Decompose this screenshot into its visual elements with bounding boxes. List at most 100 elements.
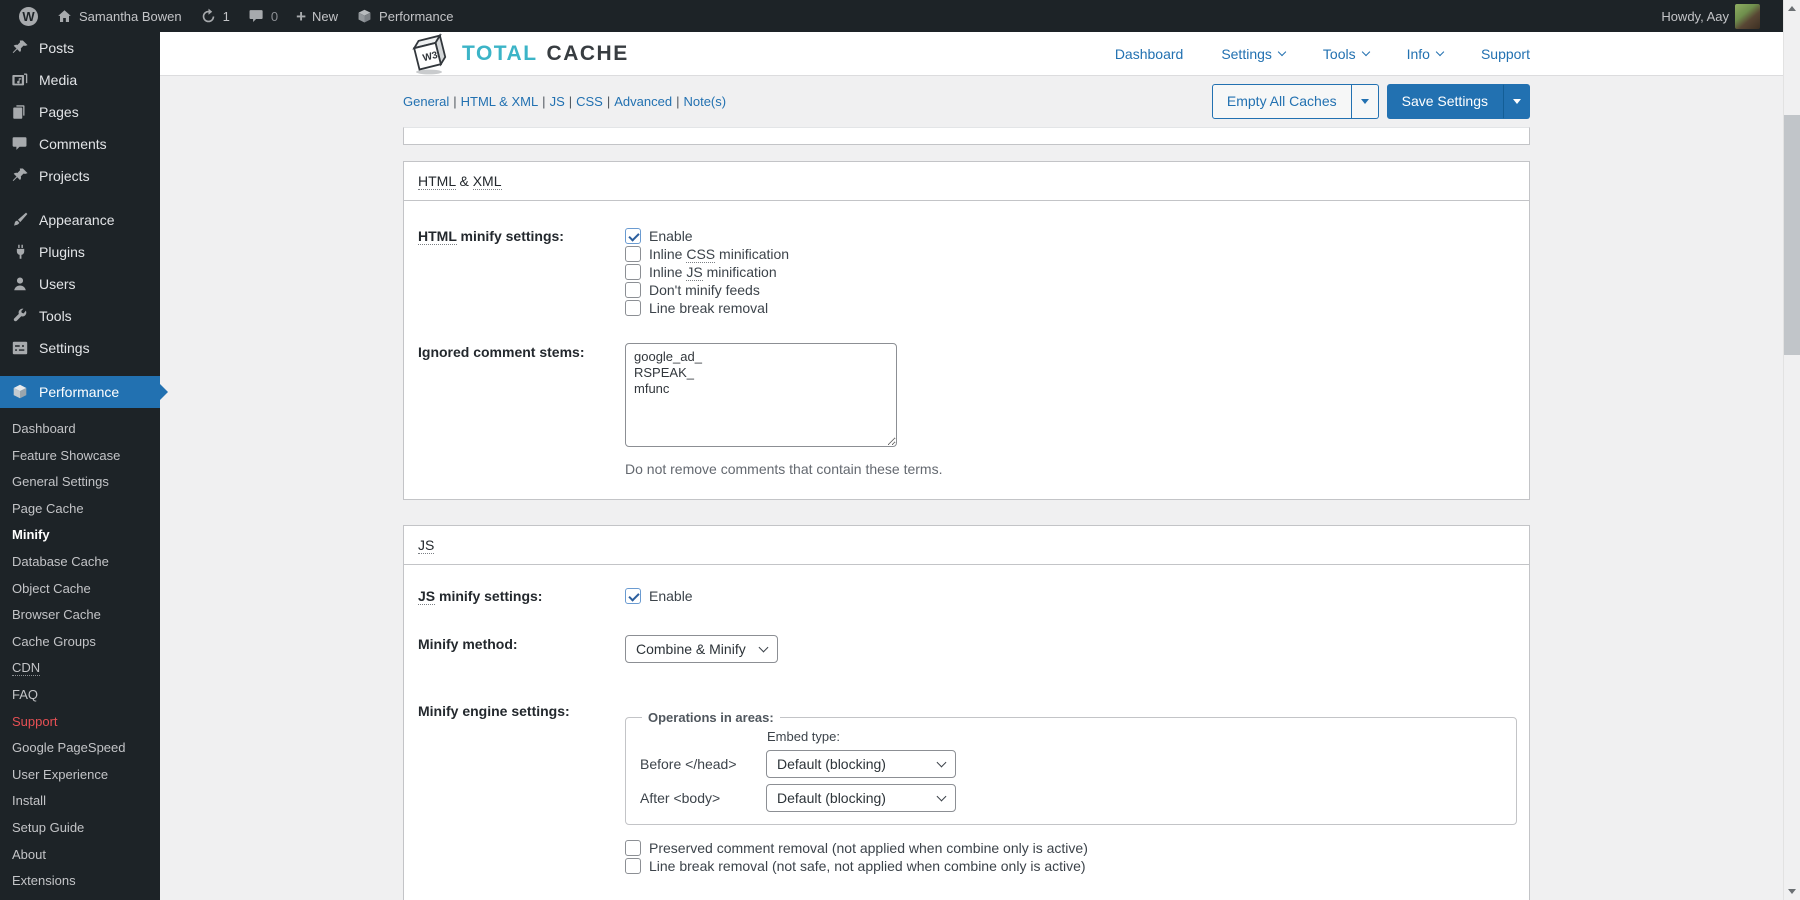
admin-bar: W Samantha Bowen 1 0 + New Performance H… xyxy=(0,0,1783,32)
submenu-item-setup-guide[interactable]: Setup Guide xyxy=(0,815,160,842)
sidebar-item-tools[interactable]: Tools xyxy=(0,300,160,332)
submenu-item-minify[interactable]: Minify xyxy=(0,522,160,549)
inline-css-minification-checkbox-row[interactable]: Inline CSS minification xyxy=(625,245,1515,263)
submenu-item-dashboard[interactable]: Dashboard xyxy=(0,416,160,443)
save-settings-button[interactable]: Save Settings xyxy=(1387,84,1503,118)
nav-info[interactable]: Info xyxy=(1407,46,1443,62)
new-label: New xyxy=(312,9,338,24)
comments-menu[interactable]: 0 xyxy=(239,0,287,32)
nav-support[interactable]: Support xyxy=(1481,46,1530,62)
submenu-item-cache-groups[interactable]: Cache Groups xyxy=(0,629,160,656)
js-line-break-removal-checkbox[interactable] xyxy=(625,858,641,874)
nav-settings[interactable]: Settings xyxy=(1221,46,1285,62)
html-enable-checkbox[interactable] xyxy=(625,228,641,244)
updates-menu[interactable]: 1 xyxy=(191,0,239,32)
ignored-comment-stems-hint: Do not remove comments that contain thes… xyxy=(625,461,1515,477)
submenu-item-feature-showcase[interactable]: Feature Showcase xyxy=(0,443,160,470)
line-break-removal-checkbox-row[interactable]: Line break removal xyxy=(625,299,1515,317)
anchor-html-xml[interactable]: HTML & XML xyxy=(461,94,539,109)
submenu-item-page-cache[interactable]: Page Cache xyxy=(0,496,160,523)
sidebar-item-label: Plugins xyxy=(39,244,85,260)
html-enable-checkbox-row[interactable]: Enable xyxy=(625,227,1515,245)
performance-admin-menu[interactable]: Performance xyxy=(347,0,462,32)
line-break-removal-checkbox[interactable] xyxy=(625,300,641,316)
settings-icon xyxy=(11,339,29,357)
submenu-item-extensions[interactable]: Extensions xyxy=(0,868,160,895)
pin-icon xyxy=(11,167,29,185)
empty-all-caches-button[interactable]: Empty All Caches xyxy=(1212,84,1352,118)
sidebar-item-settings[interactable]: Settings xyxy=(0,332,160,364)
sidebar-item-posts[interactable]: Posts xyxy=(0,32,160,64)
scrollbar-thumb[interactable] xyxy=(1784,115,1800,355)
performance-label: Performance xyxy=(379,9,453,24)
site-name: Samantha Bowen xyxy=(79,9,182,24)
sidebar-item-projects[interactable]: Projects xyxy=(0,160,160,192)
operations-in-areas-fieldset: Operations in areas: Embed type: Before … xyxy=(625,710,1517,825)
appearance-brush-icon xyxy=(11,211,29,229)
submenu-item-browser-cache[interactable]: Browser Cache xyxy=(0,602,160,629)
wordpress-logo-menu[interactable]: W xyxy=(10,0,47,32)
minify-method-select[interactable]: Combine & Minify xyxy=(625,635,778,663)
tools-wrench-icon xyxy=(11,307,29,325)
submenu-item-cdn[interactable]: CDN xyxy=(0,655,160,682)
sidebar-item-plugins[interactable]: Plugins xyxy=(0,236,160,268)
inline-js-minification-checkbox-row[interactable]: Inline JS minification xyxy=(625,263,1515,281)
sidebar-item-media[interactable]: Media xyxy=(0,64,160,96)
sidebar-item-label: Tools xyxy=(39,308,72,324)
admin-sidebar: Posts Media Pages Comments Projects Appe… xyxy=(0,32,160,900)
before-head-embed-select[interactable]: Default (blocking) xyxy=(766,750,956,778)
js-line-break-removal-checkbox-row[interactable]: Line break removal (not safe, not applie… xyxy=(625,857,1517,875)
ignored-comment-stems-textarea[interactable]: google_ad_ RSPEAK_ mfunc xyxy=(625,343,897,447)
comments-icon xyxy=(11,135,29,153)
inline-js-minification-checkbox[interactable] xyxy=(625,264,641,280)
chevron-down-icon xyxy=(1278,48,1286,56)
sidebar-item-performance[interactable]: Performance xyxy=(0,376,160,408)
logo-cache-text: CACHE xyxy=(547,42,629,66)
minify-method-label: Minify method: xyxy=(418,635,625,663)
submenu-item-general-settings[interactable]: General Settings xyxy=(0,469,160,496)
anchor-general[interactable]: General xyxy=(403,94,449,109)
submenu-item-faq[interactable]: FAQ xyxy=(0,682,160,709)
sidebar-separator xyxy=(0,364,160,376)
sidebar-item-appearance[interactable]: Appearance xyxy=(0,204,160,236)
anchor-advanced[interactable]: Advanced xyxy=(614,94,672,109)
dont-minify-feeds-checkbox-row[interactable]: Don't minify feeds xyxy=(625,281,1515,299)
plugins-icon xyxy=(11,243,29,261)
js-enable-checkbox[interactable] xyxy=(625,588,641,604)
sidebar-item-comments[interactable]: Comments xyxy=(0,128,160,160)
scrollbar-up-button[interactable] xyxy=(1784,0,1800,17)
js-enable-checkbox-row[interactable]: Enable xyxy=(625,587,1515,605)
site-name-menu[interactable]: Samantha Bowen xyxy=(47,0,191,32)
new-content-menu[interactable]: + New xyxy=(287,0,347,32)
sidebar-item-label: Settings xyxy=(39,340,90,356)
account-menu[interactable]: Howdy, Aay xyxy=(1652,0,1769,32)
vertical-scrollbar[interactable] xyxy=(1783,0,1800,900)
updates-icon xyxy=(200,8,217,25)
submenu-item-install[interactable]: Install xyxy=(0,788,160,815)
submenu-item-statistics[interactable]: Statistics xyxy=(0,895,160,900)
nav-tools[interactable]: Tools xyxy=(1323,46,1369,62)
empty-caches-dropdown-button[interactable] xyxy=(1352,84,1379,118)
anchor-notes[interactable]: Note(s) xyxy=(683,94,726,109)
submenu-item-about[interactable]: About xyxy=(0,842,160,869)
sidebar-item-label: Users xyxy=(39,276,76,292)
submenu-item-user-experience[interactable]: User Experience xyxy=(0,762,160,789)
preserved-comment-removal-checkbox[interactable] xyxy=(625,840,641,856)
anchor-css[interactable]: CSS xyxy=(576,94,603,109)
inline-css-minification-checkbox[interactable] xyxy=(625,246,641,262)
sidebar-item-pages[interactable]: Pages xyxy=(0,96,160,128)
sidebar-item-label: Performance xyxy=(39,384,119,400)
submenu-item-google-pagespeed[interactable]: Google PageSpeed xyxy=(0,735,160,762)
submenu-item-support[interactable]: Support xyxy=(0,709,160,736)
chevron-down-icon xyxy=(1436,48,1444,56)
dont-minify-feeds-checkbox[interactable] xyxy=(625,282,641,298)
submenu-item-database-cache[interactable]: Database Cache xyxy=(0,549,160,576)
preserved-comment-removal-checkbox-row[interactable]: Preserved comment removal (not applied w… xyxy=(625,839,1517,857)
ignored-comment-stems-label: Ignored comment stems: xyxy=(418,343,625,477)
nav-dashboard[interactable]: Dashboard xyxy=(1115,46,1184,62)
sidebar-item-users[interactable]: Users xyxy=(0,268,160,300)
submenu-item-object-cache[interactable]: Object Cache xyxy=(0,576,160,603)
anchor-js[interactable]: JS xyxy=(550,94,565,109)
save-settings-dropdown-button[interactable] xyxy=(1503,84,1530,118)
after-body-embed-select[interactable]: Default (blocking) xyxy=(766,784,956,812)
